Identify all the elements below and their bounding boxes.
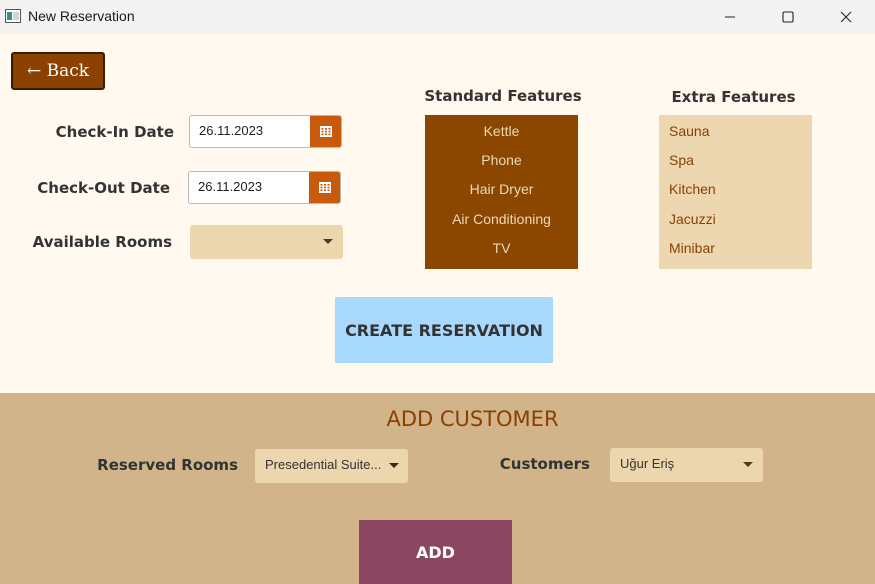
extra-features-list[interactable]: Sauna Spa Kitchen Jacuzzi Minibar bbox=[659, 115, 812, 269]
list-item[interactable]: Kitchen bbox=[659, 175, 812, 204]
checkin-label: Check-In Date bbox=[55, 123, 174, 141]
available-rooms-label: Available Rooms bbox=[32, 233, 172, 251]
list-item[interactable]: Phone bbox=[425, 145, 578, 174]
minimize-icon bbox=[725, 16, 735, 18]
checkin-date-value[interactable]: 26.11.2023 bbox=[199, 123, 263, 138]
list-item[interactable]: Spa bbox=[659, 145, 812, 174]
list-item[interactable]: Hair Dryer bbox=[425, 175, 578, 204]
reserved-rooms-value: Presedential Suite... bbox=[265, 457, 382, 472]
maximize-button[interactable] bbox=[759, 0, 817, 34]
customers-value: Uğur Eriş bbox=[620, 456, 675, 471]
window-title: New Reservation bbox=[28, 8, 135, 24]
standard-features-title: Standard Features bbox=[424, 87, 582, 105]
calendar-icon bbox=[318, 182, 331, 193]
create-reservation-button[interactable]: CREATE RESERVATION bbox=[335, 297, 553, 363]
extra-features-title: Extra Features bbox=[671, 88, 796, 106]
back-button[interactable]: ← Back bbox=[11, 52, 105, 90]
reserved-rooms-select[interactable]: Presedential Suite... bbox=[255, 449, 408, 483]
close-icon bbox=[840, 11, 852, 23]
title-bar: New Reservation bbox=[0, 0, 875, 34]
app-window-icon bbox=[5, 9, 21, 23]
add-customer-title: ADD CUSTOMER bbox=[386, 407, 559, 431]
list-item[interactable]: Air Conditioning bbox=[425, 204, 578, 233]
customers-label: Customers bbox=[499, 455, 590, 473]
customers-select[interactable]: Uğur Eriş bbox=[610, 448, 763, 482]
chevron-down-icon bbox=[743, 462, 753, 467]
list-item[interactable]: TV bbox=[425, 234, 578, 263]
reserved-rooms-label: Reserved Rooms bbox=[97, 456, 238, 474]
checkout-date-value[interactable]: 26.11.2023 bbox=[198, 179, 262, 194]
list-item[interactable]: Minibar bbox=[659, 234, 812, 263]
checkout-calendar-button[interactable] bbox=[309, 172, 340, 203]
add-button[interactable]: ADD bbox=[359, 520, 512, 584]
available-rooms-select[interactable] bbox=[190, 225, 343, 259]
list-item[interactable]: Jacuzzi bbox=[659, 204, 812, 233]
minimize-button[interactable] bbox=[701, 0, 759, 34]
checkout-date-picker[interactable]: 26.11.2023 bbox=[188, 171, 341, 204]
close-button[interactable] bbox=[817, 0, 875, 34]
chevron-down-icon bbox=[389, 463, 399, 468]
standard-features-list[interactable]: Kettle Phone Hair Dryer Air Conditioning… bbox=[425, 115, 578, 269]
calendar-icon bbox=[319, 126, 332, 137]
list-item[interactable]: Sauna bbox=[659, 116, 812, 145]
maximize-icon bbox=[782, 11, 794, 23]
checkout-label: Check-Out Date bbox=[37, 179, 170, 197]
chevron-down-icon bbox=[323, 239, 333, 244]
checkin-calendar-button[interactable] bbox=[310, 116, 341, 147]
checkin-date-picker[interactable]: 26.11.2023 bbox=[189, 115, 342, 148]
list-item[interactable]: Kettle bbox=[425, 116, 578, 145]
